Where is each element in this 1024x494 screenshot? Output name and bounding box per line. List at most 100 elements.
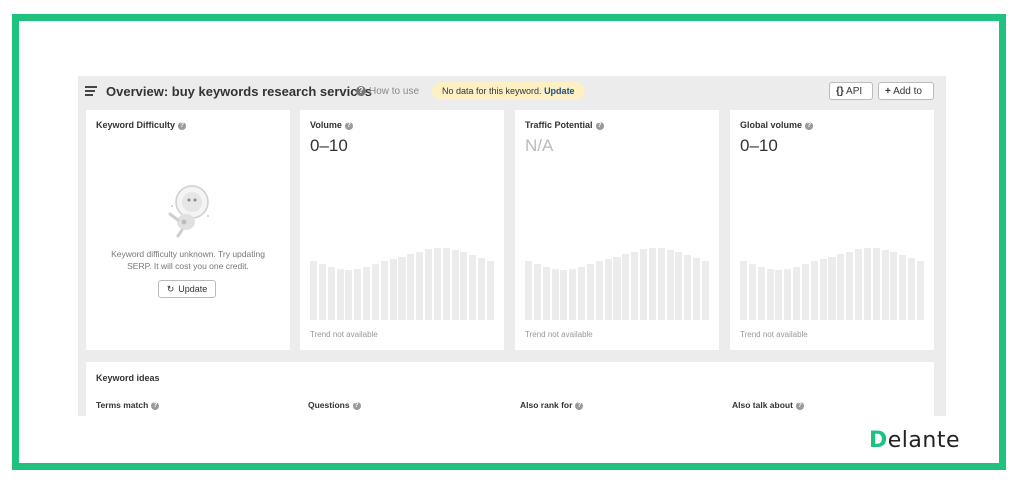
trend-placeholder-bar xyxy=(354,268,362,320)
update-button[interactable]: ↻ Update xyxy=(158,280,216,298)
update-link[interactable]: Update xyxy=(544,86,575,96)
trend-placeholder-bar xyxy=(586,263,594,320)
page-title: Overview: buy keywords research services xyxy=(106,84,372,99)
trend-placeholder-bar xyxy=(525,260,533,320)
refresh-icon: ↻ xyxy=(166,284,175,294)
trend-placeholder-bar xyxy=(855,249,863,320)
trend-placeholder-bar xyxy=(363,266,371,320)
trend-placeholder-bar xyxy=(640,249,648,320)
trend-placeholder-bar xyxy=(684,255,692,320)
help-icon[interactable]: ? xyxy=(178,121,187,130)
how-to-use-link[interactable]: ? How to use xyxy=(356,86,419,97)
questions-header[interactable]: Questions? xyxy=(308,400,361,410)
trend-placeholder-bar xyxy=(748,263,756,320)
trend-note: Trend not available xyxy=(525,330,593,339)
trend-placeholder-bar xyxy=(460,252,468,320)
overview-panel: Overview: buy keywords research services… xyxy=(78,76,946,416)
help-icon[interactable]: ? xyxy=(575,401,584,410)
trend-placeholder-bar xyxy=(407,253,415,320)
traffic-potential-title: Traffic Potential? xyxy=(525,120,604,130)
trend-note: Trend not available xyxy=(740,330,808,339)
braces-icon: {} xyxy=(836,86,844,97)
trend-placeholder-bar xyxy=(784,268,792,320)
trend-placeholder-bars xyxy=(310,248,494,320)
trend-placeholder-bar xyxy=(693,258,701,320)
trend-placeholder-bar xyxy=(899,255,907,320)
trend-note: Trend not available xyxy=(310,330,378,339)
keyword-difficulty-card: Keyword Difficulty? Keyword difficulty u… xyxy=(86,110,290,350)
trend-placeholder-bar xyxy=(828,256,836,320)
help-icon[interactable]: ? xyxy=(151,401,160,410)
trend-placeholder-bar xyxy=(757,266,765,320)
trend-placeholder-bar xyxy=(819,258,827,320)
volume-value: 0–10 xyxy=(310,136,348,155)
delante-logo: Delante xyxy=(869,428,960,453)
help-icon[interactable]: ? xyxy=(595,121,604,130)
no-data-notice: No data for this keyword. Update xyxy=(432,82,585,100)
hamburger-menu-icon[interactable] xyxy=(85,86,97,96)
trend-placeholder-bar xyxy=(560,270,568,320)
trend-placeholder-bar xyxy=(613,256,621,320)
trend-placeholder-bar xyxy=(657,248,665,320)
help-icon[interactable]: ? xyxy=(795,401,804,410)
trend-placeholder-bar xyxy=(542,266,550,320)
trend-placeholder-bar xyxy=(863,248,871,320)
trend-placeholder-bar xyxy=(416,251,424,320)
trend-placeholder-bar xyxy=(451,250,459,320)
trend-placeholder-bar xyxy=(604,258,612,320)
global-volume-title: Global volume? xyxy=(740,120,814,130)
traffic-potential-value: N/A xyxy=(525,136,554,155)
trend-placeholder-bar xyxy=(551,268,559,320)
trend-placeholder-bar xyxy=(666,250,674,320)
trend-placeholder-bar xyxy=(622,253,630,320)
trend-placeholder-bar xyxy=(478,258,486,320)
plus-icon: + xyxy=(885,86,891,97)
trend-placeholder-bar xyxy=(433,248,441,320)
api-button[interactable]: {} API xyxy=(829,82,873,100)
trend-placeholder-bar xyxy=(486,260,494,320)
trend-placeholder-bar xyxy=(371,263,379,320)
trend-placeholder-bar xyxy=(846,251,854,320)
trend-placeholder-bars xyxy=(740,248,924,320)
help-icon[interactable]: ? xyxy=(352,401,361,410)
volume-card: Volume? 0–10 Trend not available xyxy=(300,110,504,350)
trend-placeholder-bar xyxy=(469,255,477,320)
trend-placeholder-bar xyxy=(398,256,406,320)
trend-placeholder-bar xyxy=(389,258,397,320)
trend-placeholder-bar xyxy=(793,266,801,320)
keyword-ideas-section: Keyword ideas Terms match? Questions? Al… xyxy=(86,362,934,416)
terms-match-header[interactable]: Terms match? xyxy=(96,400,160,410)
trend-placeholder-bar xyxy=(648,248,656,320)
trend-placeholder-bar xyxy=(801,263,809,320)
help-icon[interactable]: ? xyxy=(805,121,814,130)
trend-placeholder-bar xyxy=(595,260,603,320)
volume-title: Volume? xyxy=(310,120,353,130)
add-to-button[interactable]: + Add to xyxy=(878,82,934,100)
trend-placeholder-bar xyxy=(578,266,586,320)
trend-placeholder-bar xyxy=(908,258,916,320)
keyword-ideas-title: Keyword ideas xyxy=(96,373,160,383)
help-icon: ? xyxy=(356,86,366,97)
trend-placeholder-bar xyxy=(318,263,326,320)
overview-header: Overview: buy keywords research services… xyxy=(78,76,946,108)
trend-placeholder-bar xyxy=(310,260,318,320)
also-rank-for-header[interactable]: Also rank for? xyxy=(520,400,584,410)
trend-placeholder-bar xyxy=(631,251,639,320)
keyword-difficulty-title: Keyword Difficulty? xyxy=(96,120,187,130)
trend-placeholder-bar xyxy=(345,270,353,320)
global-volume-card: Global volume? 0–10 Trend not available xyxy=(730,110,934,350)
trend-placeholder-bar xyxy=(327,266,335,320)
trend-placeholder-bar xyxy=(766,268,774,320)
trend-placeholder-bar xyxy=(916,260,924,320)
trend-placeholder-bar xyxy=(881,250,889,320)
trend-placeholder-bar xyxy=(675,252,683,320)
also-talk-about-header[interactable]: Also talk about? xyxy=(732,400,804,410)
keyword-difficulty-message: Keyword difficulty unknown. Try updating… xyxy=(111,249,265,271)
trend-placeholder-bar xyxy=(336,268,344,320)
trend-placeholder-bar xyxy=(533,263,541,320)
trend-placeholder-bar xyxy=(872,248,880,320)
help-icon[interactable]: ? xyxy=(344,121,353,130)
trend-placeholder-bar xyxy=(740,260,748,320)
global-volume-value: 0–10 xyxy=(740,136,778,155)
trend-placeholder-bar xyxy=(380,260,388,320)
